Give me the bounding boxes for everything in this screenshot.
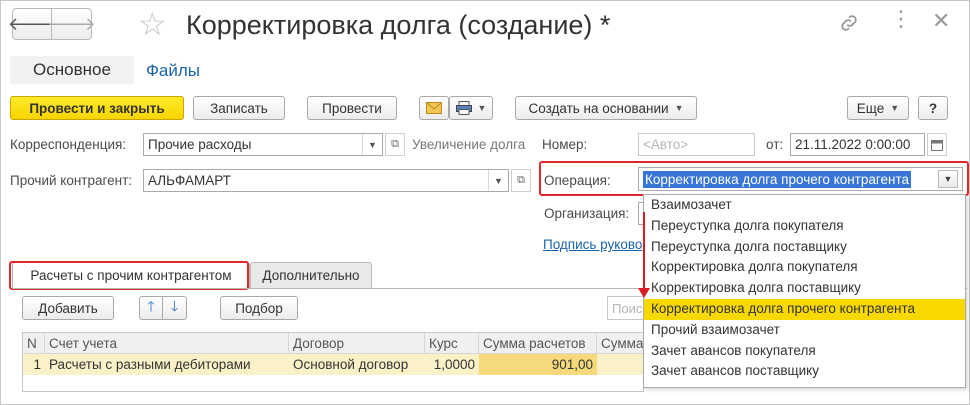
more-label: Еще (856, 100, 885, 116)
organization-label: Организация: (544, 206, 630, 221)
more-icon[interactable]: ⋮ (890, 6, 913, 32)
post-and-close-button[interactable]: Провести и закрыть (10, 96, 184, 120)
cell-amount[interactable]: 901,00 (479, 354, 597, 375)
col-amount-2[interactable]: Сумма у (597, 333, 645, 354)
copy-icon[interactable]: ⧉ (511, 169, 531, 192)
star-icon[interactable]: ☆ (138, 8, 167, 40)
pick-button[interactable]: Подбор (220, 296, 298, 320)
counterparty-label: Прочий контрагент: (10, 173, 133, 188)
arrow-up-icon: 🡑 (147, 298, 155, 314)
email-button[interactable] (419, 96, 449, 120)
settlements-tab-highlight-frame (9, 261, 249, 290)
cell-contract: Основной договор (293, 357, 409, 372)
operation-dropdown-list: Взаимозачет Переуступка долга покупателя П… (643, 194, 966, 388)
cell-amount-2 (597, 354, 645, 375)
search-input[interactable]: Поиск (607, 296, 647, 320)
correspondence-value: Прочие расходы (148, 137, 252, 152)
tab-files[interactable]: Файлы (146, 61, 200, 81)
create-based-on-label: Создать на основании (528, 100, 669, 116)
arrow-right-icon: 🡒 (47, 13, 96, 34)
operation-option[interactable]: Переуступка долга покупателя (644, 216, 965, 237)
increase-debt-label: Увеличение долга (412, 137, 526, 152)
print-button[interactable]: ▼ (449, 96, 493, 120)
date-field[interactable]: 21.11.2022 0:00:00 (790, 133, 925, 156)
operation-highlight-frame (539, 161, 969, 196)
printer-icon (455, 101, 472, 115)
operation-option[interactable]: Корректировка долга прочего контрагента (644, 298, 965, 320)
correspondence-field[interactable]: Прочие расходы ▼ (143, 133, 383, 156)
calendar-icon[interactable] (927, 133, 947, 156)
create-based-on-button[interactable]: Создать на основании ▼ (515, 96, 697, 120)
operation-option[interactable]: Корректировка долга поставщику (644, 278, 965, 299)
operation-option[interactable]: Прочий взаимозачет (644, 320, 965, 341)
back-button[interactable]: 🡐 (8, 8, 56, 40)
table-row[interactable]: 1 Расчеты с разными дебиторами Основной … (23, 354, 643, 375)
operation-option[interactable]: Корректировка долга покупателя (644, 257, 965, 278)
chevron-down-icon[interactable]: ▼ (362, 134, 382, 155)
annotation-arrow-head (638, 288, 650, 298)
envelope-icon (426, 102, 442, 114)
post-button[interactable]: Провести (307, 96, 397, 120)
annotation-arrow-line (643, 212, 645, 290)
counterparty-field[interactable]: АЛЬФАМАРТ ▼ (143, 169, 509, 192)
arrow-down-icon: 🡓 (170, 298, 179, 314)
operation-option[interactable]: Переуступка долга поставщику (644, 237, 965, 258)
cell-rate: 1,0000 (433, 357, 475, 372)
move-down-button[interactable]: 🡓 (163, 296, 187, 320)
col-contract[interactable]: Договор (289, 333, 425, 354)
add-button[interactable]: Добавить (22, 296, 114, 320)
col-account[interactable]: Счет учета (45, 333, 289, 354)
more-button[interactable]: Еще ▼ (847, 96, 909, 120)
correspondence-label: Корреспонденция: (10, 137, 127, 152)
col-rate[interactable]: Курс (425, 333, 479, 354)
signature-link[interactable]: Подпись руково (543, 237, 642, 252)
tab-additional[interactable]: Дополнительно (250, 262, 372, 288)
col-amount[interactable]: Сумма расчетов (479, 333, 597, 354)
counterparty-value: АЛЬФАМАРТ (148, 173, 231, 188)
save-button[interactable]: Записать (193, 96, 285, 120)
move-up-button[interactable]: 🡑 (139, 296, 163, 320)
number-label: Номер: (542, 137, 588, 152)
page-title: Корректировка долга (создание) * (186, 10, 611, 40)
operation-option[interactable]: Взаимозачет (644, 195, 965, 216)
copy-icon[interactable]: ⧉ (385, 133, 405, 156)
col-n[interactable]: N (23, 333, 45, 354)
link-icon[interactable] (838, 12, 860, 40)
tab-main[interactable]: Основное (10, 56, 134, 84)
chevron-down-icon[interactable]: ▼ (488, 170, 508, 191)
settlements-table: N Счет учета Договор Курс Сумма расчетов… (22, 332, 645, 392)
operation-option[interactable]: Зачет авансов поставщику (644, 361, 965, 382)
forward-button[interactable]: 🡒 (47, 8, 96, 40)
cell-n: 1 (33, 357, 41, 372)
operation-option[interactable]: Зачет авансов покупателя (644, 341, 965, 362)
table-header: N Счет учета Договор Курс Сумма расчетов… (23, 333, 645, 354)
cell-account: Расчеты с разными дебиторами (49, 357, 251, 372)
close-icon[interactable]: ✕ (932, 8, 950, 34)
date-label: от: (766, 137, 784, 152)
help-button[interactable]: ? (918, 96, 948, 120)
number-field[interactable]: <Авто> (638, 133, 755, 156)
